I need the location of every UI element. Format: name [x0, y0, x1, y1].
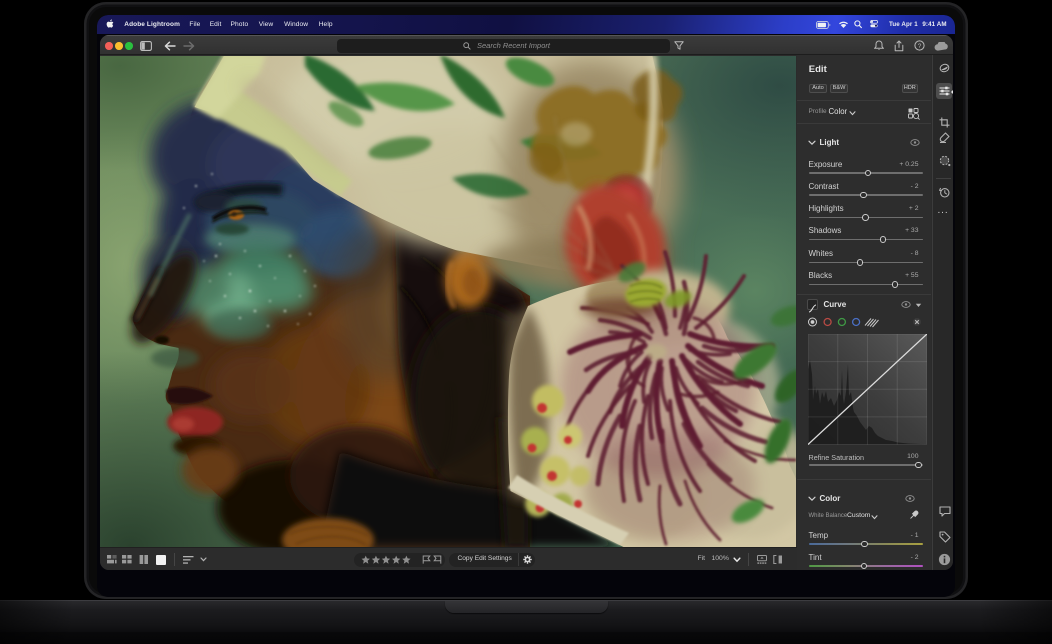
svg-text:?: ?: [917, 43, 921, 50]
